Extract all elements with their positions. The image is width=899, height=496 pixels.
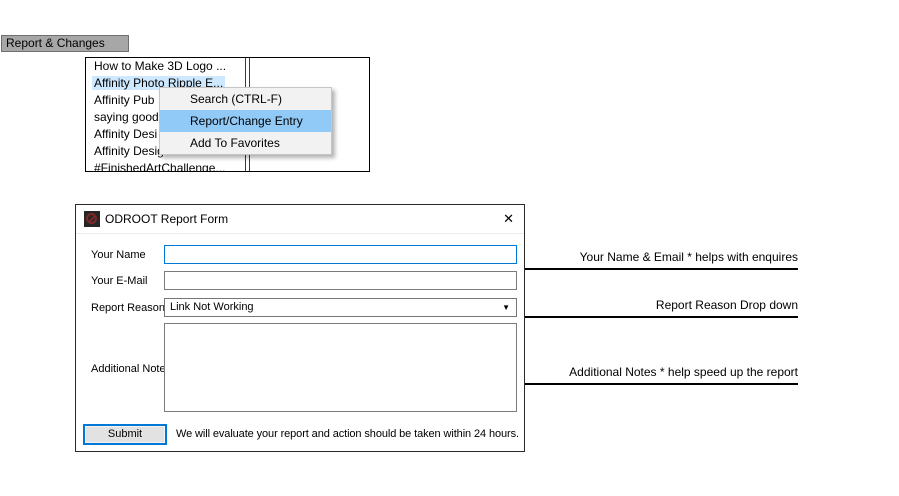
list-item[interactable]: How to Make 3D Logo ...: [86, 58, 369, 75]
annotation-additional-notes: Additional Notes * help speed up the rep…: [525, 365, 798, 379]
report-form-dialog: ODROOT Report Form ✕ Your Name Your E-Ma…: [75, 204, 525, 452]
context-menu: Search (CTRL-F) Report/Change Entry Add …: [159, 87, 332, 155]
report-reason-dropdown[interactable]: Link Not Working ▼: [164, 298, 517, 317]
annotation-name-email: Your Name & Email * helps with enquires: [525, 250, 798, 264]
list-item-label: #FinishedArtChallenge...: [92, 161, 227, 172]
menu-item-report-change-entry[interactable]: Report/Change Entry: [160, 110, 331, 132]
additional-notes-label: Additional Notes: [91, 363, 171, 375]
menu-item-search[interactable]: Search (CTRL-F): [160, 88, 331, 110]
app-icon: [84, 211, 100, 227]
list-item-label: How to Make 3D Logo ...: [92, 59, 228, 73]
menu-item-add-to-favorites[interactable]: Add To Favorites: [160, 132, 331, 154]
annotation-line: [524, 383, 798, 385]
submit-button[interactable]: Submit: [83, 424, 167, 445]
name-field-label: Your Name: [91, 249, 146, 261]
annotation-line: [524, 268, 798, 270]
dropdown-selected-value: Link Not Working: [170, 299, 254, 316]
annotation-line: [524, 316, 798, 318]
list-item-label: Affinity Pub: [92, 93, 156, 107]
close-icon[interactable]: ✕: [503, 205, 514, 232]
email-field-label: Your E-Mail: [91, 275, 147, 287]
name-input[interactable]: [164, 245, 517, 264]
list-item-label: Affinity Desi: [92, 127, 159, 141]
dialog-titlebar[interactable]: ODROOT Report Form ✕: [76, 205, 524, 234]
section-tag-report-and-changes: Report & Changes: [1, 35, 129, 52]
list-item[interactable]: #FinishedArtChallenge...: [86, 160, 369, 172]
page: Report & Changes How to Make 3D Logo ...…: [0, 0, 899, 496]
dropdown-arrow-icon[interactable]: ▼: [502, 299, 510, 316]
evaluation-note: We will evaluate your report and action …: [176, 426, 519, 443]
dialog-title: ODROOT Report Form: [105, 205, 228, 233]
additional-notes-textarea[interactable]: [164, 323, 517, 412]
report-reason-label: Report Reason: [91, 302, 165, 314]
list-item-label: saying good: [92, 110, 161, 124]
email-input[interactable]: [164, 271, 517, 290]
annotation-report-reason: Report Reason Drop down: [525, 298, 798, 312]
